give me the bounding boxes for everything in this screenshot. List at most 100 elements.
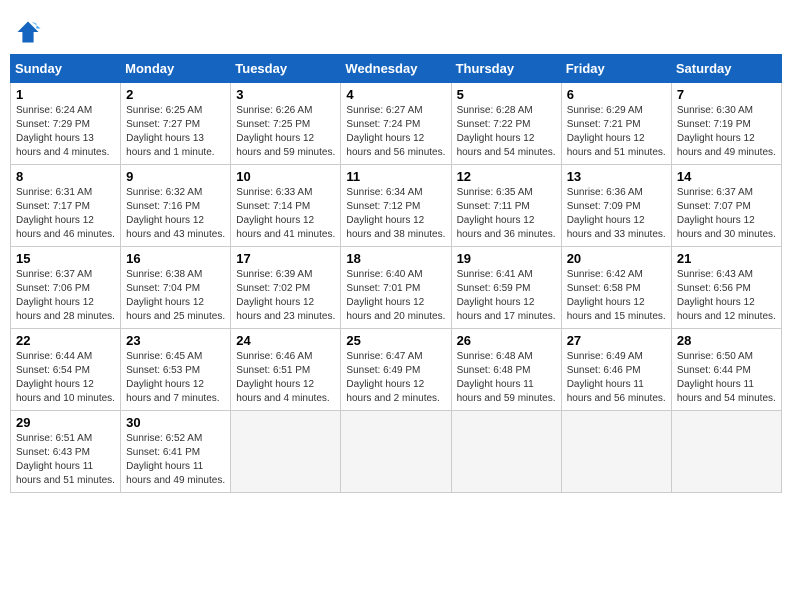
- day-info: Sunrise: 6:45 AM Sunset: 6:53 PM Dayligh…: [126, 350, 225, 406]
- day-cell: 10 Sunrise: 6:33 AM Sunset: 7:14 PM Dayl…: [231, 165, 341, 247]
- day-info: Sunrise: 6:47 AM Sunset: 6:49 PM Dayligh…: [346, 350, 445, 406]
- col-header-tuesday: Tuesday: [231, 55, 341, 83]
- day-info: Sunrise: 6:24 AM Sunset: 7:29 PM Dayligh…: [16, 104, 115, 160]
- day-info: Sunrise: 6:32 AM Sunset: 7:16 PM Dayligh…: [126, 186, 225, 242]
- day-number: 25: [346, 333, 445, 348]
- logo: [14, 18, 46, 46]
- col-header-wednesday: Wednesday: [341, 55, 451, 83]
- day-info: Sunrise: 6:34 AM Sunset: 7:12 PM Dayligh…: [346, 186, 445, 242]
- week-row-1: 1 Sunrise: 6:24 AM Sunset: 7:29 PM Dayli…: [11, 83, 782, 165]
- day-number: 15: [16, 251, 115, 266]
- logo-icon: [14, 18, 42, 46]
- day-cell: 18 Sunrise: 6:40 AM Sunset: 7:01 PM Dayl…: [341, 247, 451, 329]
- day-cell: [341, 411, 451, 493]
- day-number: 22: [16, 333, 115, 348]
- col-header-sunday: Sunday: [11, 55, 121, 83]
- col-header-thursday: Thursday: [451, 55, 561, 83]
- day-cell: 13 Sunrise: 6:36 AM Sunset: 7:09 PM Dayl…: [561, 165, 671, 247]
- day-number: 16: [126, 251, 225, 266]
- day-info: Sunrise: 6:26 AM Sunset: 7:25 PM Dayligh…: [236, 104, 335, 160]
- day-info: Sunrise: 6:42 AM Sunset: 6:58 PM Dayligh…: [567, 268, 666, 324]
- day-cell: 30 Sunrise: 6:52 AM Sunset: 6:41 PM Dayl…: [121, 411, 231, 493]
- day-info: Sunrise: 6:39 AM Sunset: 7:02 PM Dayligh…: [236, 268, 335, 324]
- day-cell: 12 Sunrise: 6:35 AM Sunset: 7:11 PM Dayl…: [451, 165, 561, 247]
- day-number: 2: [126, 87, 225, 102]
- day-info: Sunrise: 6:38 AM Sunset: 7:04 PM Dayligh…: [126, 268, 225, 324]
- day-number: 18: [346, 251, 445, 266]
- day-info: Sunrise: 6:25 AM Sunset: 7:27 PM Dayligh…: [126, 104, 225, 160]
- day-number: 7: [677, 87, 776, 102]
- day-cell: 4 Sunrise: 6:27 AM Sunset: 7:24 PM Dayli…: [341, 83, 451, 165]
- day-info: Sunrise: 6:28 AM Sunset: 7:22 PM Dayligh…: [457, 104, 556, 160]
- day-number: 29: [16, 415, 115, 430]
- day-number: 20: [567, 251, 666, 266]
- day-number: 9: [126, 169, 225, 184]
- day-info: Sunrise: 6:44 AM Sunset: 6:54 PM Dayligh…: [16, 350, 115, 406]
- day-number: 4: [346, 87, 445, 102]
- day-cell: 29 Sunrise: 6:51 AM Sunset: 6:43 PM Dayl…: [11, 411, 121, 493]
- day-number: 27: [567, 333, 666, 348]
- day-info: Sunrise: 6:43 AM Sunset: 6:56 PM Dayligh…: [677, 268, 776, 324]
- day-info: Sunrise: 6:50 AM Sunset: 6:44 PM Dayligh…: [677, 350, 776, 406]
- day-number: 26: [457, 333, 556, 348]
- day-cell: 28 Sunrise: 6:50 AM Sunset: 6:44 PM Dayl…: [671, 329, 781, 411]
- day-info: Sunrise: 6:27 AM Sunset: 7:24 PM Dayligh…: [346, 104, 445, 160]
- week-row-3: 15 Sunrise: 6:37 AM Sunset: 7:06 PM Dayl…: [11, 247, 782, 329]
- day-number: 10: [236, 169, 335, 184]
- day-info: Sunrise: 6:35 AM Sunset: 7:11 PM Dayligh…: [457, 186, 556, 242]
- day-info: Sunrise: 6:30 AM Sunset: 7:19 PM Dayligh…: [677, 104, 776, 160]
- day-cell: 16 Sunrise: 6:38 AM Sunset: 7:04 PM Dayl…: [121, 247, 231, 329]
- day-info: Sunrise: 6:37 AM Sunset: 7:06 PM Dayligh…: [16, 268, 115, 324]
- day-cell: 3 Sunrise: 6:26 AM Sunset: 7:25 PM Dayli…: [231, 83, 341, 165]
- day-info: Sunrise: 6:52 AM Sunset: 6:41 PM Dayligh…: [126, 432, 225, 488]
- day-cell: 1 Sunrise: 6:24 AM Sunset: 7:29 PM Dayli…: [11, 83, 121, 165]
- day-number: 12: [457, 169, 556, 184]
- day-info: Sunrise: 6:31 AM Sunset: 7:17 PM Dayligh…: [16, 186, 115, 242]
- day-cell: 6 Sunrise: 6:29 AM Sunset: 7:21 PM Dayli…: [561, 83, 671, 165]
- day-cell: 7 Sunrise: 6:30 AM Sunset: 7:19 PM Dayli…: [671, 83, 781, 165]
- col-header-monday: Monday: [121, 55, 231, 83]
- day-number: 28: [677, 333, 776, 348]
- week-row-5: 29 Sunrise: 6:51 AM Sunset: 6:43 PM Dayl…: [11, 411, 782, 493]
- day-number: 24: [236, 333, 335, 348]
- day-info: Sunrise: 6:37 AM Sunset: 7:07 PM Dayligh…: [677, 186, 776, 242]
- day-cell: 26 Sunrise: 6:48 AM Sunset: 6:48 PM Dayl…: [451, 329, 561, 411]
- day-number: 6: [567, 87, 666, 102]
- day-number: 3: [236, 87, 335, 102]
- header: [10, 10, 782, 46]
- day-info: Sunrise: 6:40 AM Sunset: 7:01 PM Dayligh…: [346, 268, 445, 324]
- week-row-2: 8 Sunrise: 6:31 AM Sunset: 7:17 PM Dayli…: [11, 165, 782, 247]
- day-info: Sunrise: 6:51 AM Sunset: 6:43 PM Dayligh…: [16, 432, 115, 488]
- col-header-saturday: Saturday: [671, 55, 781, 83]
- day-number: 14: [677, 169, 776, 184]
- day-cell: 17 Sunrise: 6:39 AM Sunset: 7:02 PM Dayl…: [231, 247, 341, 329]
- day-info: Sunrise: 6:29 AM Sunset: 7:21 PM Dayligh…: [567, 104, 666, 160]
- week-row-4: 22 Sunrise: 6:44 AM Sunset: 6:54 PM Dayl…: [11, 329, 782, 411]
- day-cell: 23 Sunrise: 6:45 AM Sunset: 6:53 PM Dayl…: [121, 329, 231, 411]
- day-cell: [451, 411, 561, 493]
- day-number: 5: [457, 87, 556, 102]
- day-cell: 5 Sunrise: 6:28 AM Sunset: 7:22 PM Dayli…: [451, 83, 561, 165]
- calendar-table: SundayMondayTuesdayWednesdayThursdayFrid…: [10, 54, 782, 493]
- day-cell: 24 Sunrise: 6:46 AM Sunset: 6:51 PM Dayl…: [231, 329, 341, 411]
- day-info: Sunrise: 6:49 AM Sunset: 6:46 PM Dayligh…: [567, 350, 666, 406]
- day-info: Sunrise: 6:48 AM Sunset: 6:48 PM Dayligh…: [457, 350, 556, 406]
- day-cell: 21 Sunrise: 6:43 AM Sunset: 6:56 PM Dayl…: [671, 247, 781, 329]
- day-info: Sunrise: 6:46 AM Sunset: 6:51 PM Dayligh…: [236, 350, 335, 406]
- day-info: Sunrise: 6:36 AM Sunset: 7:09 PM Dayligh…: [567, 186, 666, 242]
- day-cell: 11 Sunrise: 6:34 AM Sunset: 7:12 PM Dayl…: [341, 165, 451, 247]
- day-number: 1: [16, 87, 115, 102]
- day-cell: 9 Sunrise: 6:32 AM Sunset: 7:16 PM Dayli…: [121, 165, 231, 247]
- day-number: 30: [126, 415, 225, 430]
- day-cell: [671, 411, 781, 493]
- col-header-friday: Friday: [561, 55, 671, 83]
- day-cell: 2 Sunrise: 6:25 AM Sunset: 7:27 PM Dayli…: [121, 83, 231, 165]
- day-number: 21: [677, 251, 776, 266]
- day-number: 11: [346, 169, 445, 184]
- day-cell: [561, 411, 671, 493]
- day-cell: 27 Sunrise: 6:49 AM Sunset: 6:46 PM Dayl…: [561, 329, 671, 411]
- day-info: Sunrise: 6:33 AM Sunset: 7:14 PM Dayligh…: [236, 186, 335, 242]
- day-number: 23: [126, 333, 225, 348]
- day-cell: [231, 411, 341, 493]
- day-cell: 8 Sunrise: 6:31 AM Sunset: 7:17 PM Dayli…: [11, 165, 121, 247]
